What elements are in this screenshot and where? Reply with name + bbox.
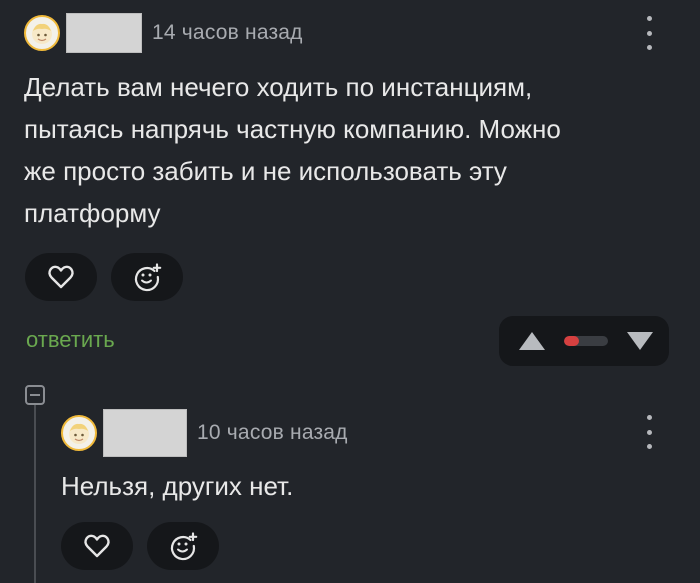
triangle-down-icon	[627, 332, 653, 350]
username-redacted[interactable]	[66, 13, 142, 53]
comment-header: 10 часов назад	[61, 409, 348, 457]
comment-body: Нельзя, других нет.	[61, 465, 293, 507]
vote-control	[499, 316, 669, 366]
minus-icon	[30, 394, 40, 396]
username-redacted[interactable]	[103, 409, 187, 457]
more-options-icon[interactable]	[643, 16, 655, 50]
like-button[interactable]	[61, 522, 133, 570]
comment-header: 14 часов назад	[24, 13, 303, 53]
smiley-plus-icon	[134, 263, 162, 292]
add-reaction-button[interactable]	[111, 253, 183, 301]
rating-bar-fill	[564, 336, 580, 346]
smiley-plus-icon	[170, 532, 198, 561]
avatar-face-icon	[69, 423, 89, 444]
add-reaction-button[interactable]	[147, 522, 219, 570]
downvote-button[interactable]	[625, 330, 655, 352]
thread-line[interactable]	[34, 405, 36, 583]
rating-bar	[564, 336, 608, 346]
comment-line: Делать вам нечего ходить по инстанциям,	[24, 72, 533, 102]
comment-line: пытаясь напрячь частную компанию. Можно	[24, 114, 561, 144]
comment-timestamp: 10 часов назад	[197, 421, 348, 444]
reply-link[interactable]: ответить	[26, 327, 115, 353]
comment-thread: 14 часов назад Делать вам нечего ходить …	[0, 0, 700, 583]
comment-timestamp: 14 часов назад	[152, 21, 303, 44]
more-options-icon[interactable]	[643, 415, 655, 449]
comment-line: платформу	[24, 198, 161, 228]
upvote-button[interactable]	[517, 330, 547, 352]
comment-body: Делать вам нечего ходить по инстанциям, …	[24, 66, 561, 234]
avatar-face-icon	[32, 23, 52, 44]
heart-icon	[48, 265, 74, 289]
heart-icon	[84, 534, 110, 558]
avatar[interactable]	[61, 415, 97, 451]
like-button[interactable]	[25, 253, 97, 301]
collapse-thread-button[interactable]	[25, 385, 45, 405]
comment-line: Нельзя, других нет.	[61, 471, 294, 501]
comment-line: же просто забить и не использовать эту	[24, 156, 507, 186]
avatar[interactable]	[24, 15, 60, 51]
triangle-up-icon	[519, 332, 545, 350]
